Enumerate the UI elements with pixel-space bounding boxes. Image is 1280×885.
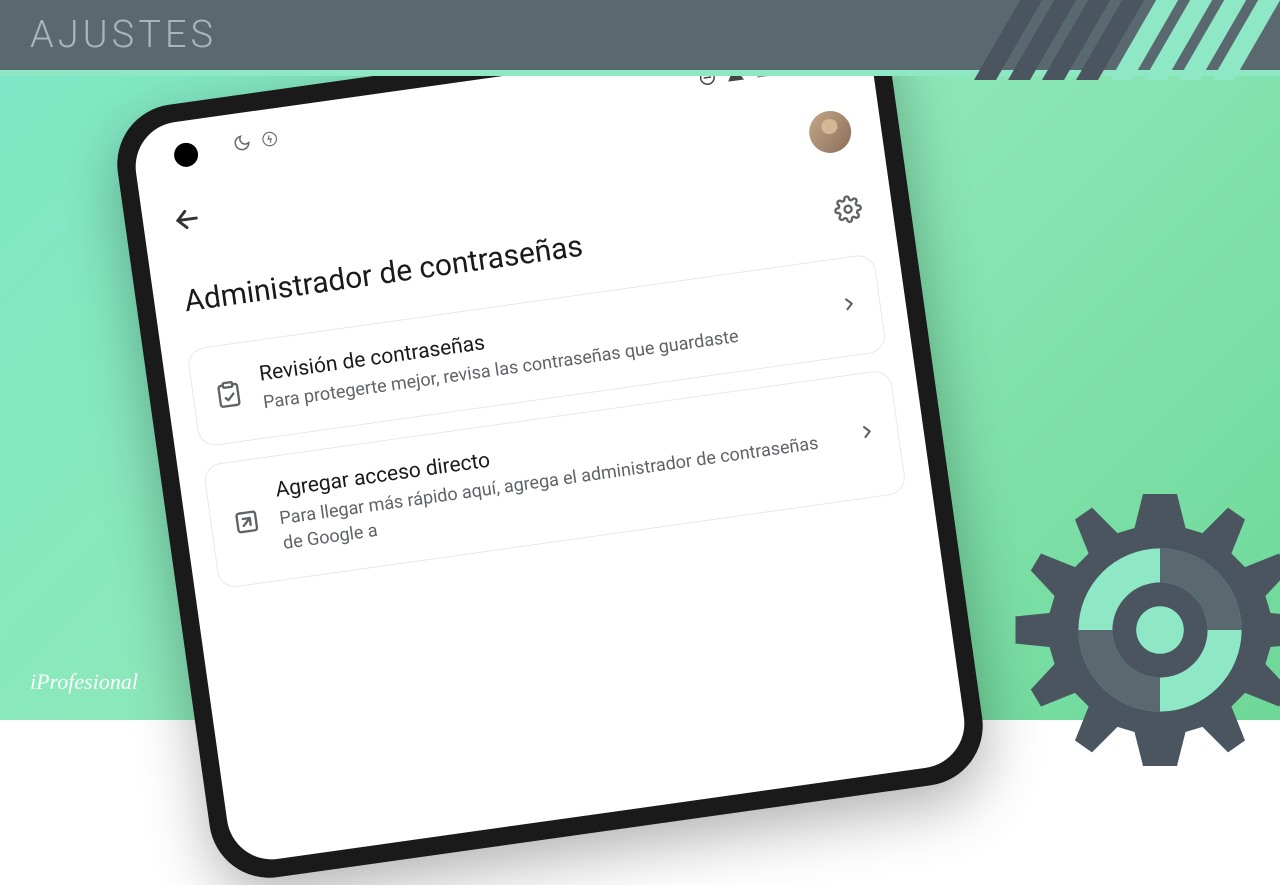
watermark: iProfesional [30, 669, 138, 695]
chevron-right-icon [838, 292, 861, 321]
decorative-gear-icon [990, 460, 1280, 800]
phone-mockup: 32 % Administrador de contraseñas [110, 5, 991, 885]
banner-title: AJUSTES [30, 13, 217, 57]
moon-icon [232, 133, 252, 153]
settings-gear-icon[interactable] [832, 193, 864, 225]
shortcut-icon [230, 505, 264, 539]
back-button[interactable] [171, 203, 204, 242]
clipboard-check-icon [212, 377, 246, 411]
phone-screen: 32 % Administrador de contraseñas [130, 25, 970, 865]
chevron-right-icon [856, 421, 879, 450]
phone-frame: 32 % Administrador de contraseñas [110, 5, 991, 885]
banner-header: AJUSTES [0, 0, 1280, 70]
charging-icon [260, 129, 280, 149]
user-avatar[interactable] [806, 108, 853, 155]
banner-stripes [1000, 0, 1280, 70]
